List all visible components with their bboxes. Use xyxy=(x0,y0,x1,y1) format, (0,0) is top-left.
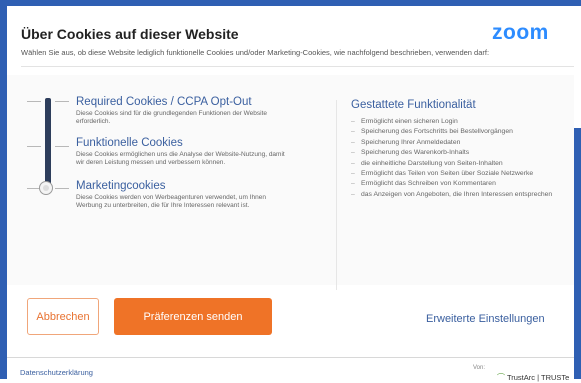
window-frame-right xyxy=(574,128,581,379)
level-functional[interactable]: Funktionelle Cookies Diese Cookies ermög… xyxy=(76,137,286,167)
dialog-subtitle: Wählen Sie aus, ob diese Website ledigli… xyxy=(21,48,490,57)
dialog-title: Über Cookies auf dieser Website xyxy=(21,26,239,42)
trustarc-label: TrustArc xyxy=(506,373,536,382)
cookie-level-slider-track[interactable] xyxy=(45,98,51,190)
column-divider xyxy=(336,100,337,290)
level-title: Funktionelle Cookies xyxy=(76,137,183,149)
level-title: Required Cookies / CCPA Opt-Out xyxy=(76,96,252,108)
cookie-level-slider-handle[interactable] xyxy=(39,181,53,195)
footer-divider xyxy=(7,357,574,358)
level-required[interactable]: Required Cookies / CCPA Opt-Out Diese Co… xyxy=(76,96,286,126)
slider-tick-2-right xyxy=(55,146,69,147)
slider-tick-1-right xyxy=(55,101,69,102)
feature-item: Ermöglicht das Schreiben von Kommentaren xyxy=(351,179,569,190)
features-list: Ermöglicht einen sicheren Login Speicher… xyxy=(351,117,569,201)
cancel-button[interactable]: Abbrechen xyxy=(27,298,99,335)
level-description: Diese Cookies ermöglichen uns die Analys… xyxy=(76,151,285,166)
slider-tick-1-left xyxy=(27,101,41,102)
level-description: Diese Cookies werden von Werbeagenturen … xyxy=(76,194,266,209)
slider-tick-2-left xyxy=(27,146,41,147)
cookie-dialog: Über Cookies auf dieser Website zoom Wäh… xyxy=(7,6,574,382)
powered-by-label: Von: xyxy=(473,365,486,371)
feature-item: Speicherung des Fortschritts bei Bestell… xyxy=(351,127,569,138)
trustarc-logo[interactable]: ⌒ TrustArc | TRUSTe xyxy=(497,372,569,383)
header-divider xyxy=(21,66,574,67)
send-preferences-button[interactable]: Präferenzen senden xyxy=(114,298,272,335)
feature-item: Ermöglicht einen sicheren Login xyxy=(351,117,569,128)
trustarc-arc-icon: ⌒ xyxy=(497,373,505,382)
feature-item: das Anzeigen von Angeboten, die Ihren In… xyxy=(351,190,569,201)
zoom-logo: zoom xyxy=(492,21,549,44)
privacy-policy-link[interactable]: Datenschutzerklärung xyxy=(20,368,93,377)
feature-item: Speicherung Ihrer Anmeldedaten xyxy=(351,138,569,149)
advanced-settings-link[interactable]: Erweiterte Einstellungen xyxy=(426,313,545,325)
level-title: Marketingcookies xyxy=(76,180,166,192)
window-frame-left xyxy=(0,0,7,379)
truste-label: TRUSTe xyxy=(541,373,570,382)
feature-item: die einheitliche Darstellung von Seiten-… xyxy=(351,159,569,170)
slider-tick-3-right xyxy=(55,188,69,189)
level-marketing[interactable]: Marketingcookies Diese Cookies werden vo… xyxy=(76,180,286,210)
feature-item: Ermöglicht das Teilen von Seiten über So… xyxy=(351,169,569,180)
level-description: Diese Cookies sind für die grundlegenden… xyxy=(76,110,268,125)
feature-item: Speicherung des Warenkorb-Inhalts xyxy=(351,148,569,159)
features-title: Gestattete Funktionalität xyxy=(351,99,476,111)
